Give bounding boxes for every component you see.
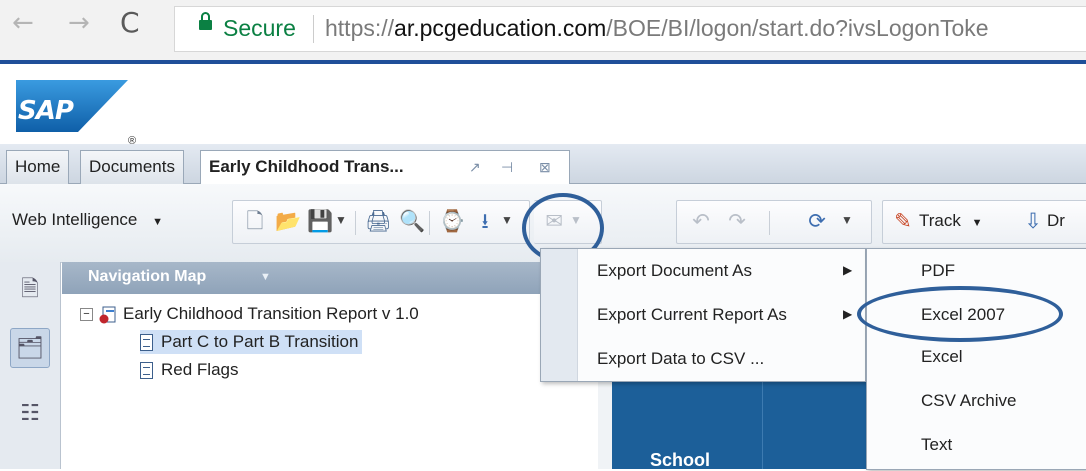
tree-root-report[interactable]: − Early Childhood Transition Report v 1.0 xyxy=(80,302,419,326)
menu-export-document-as[interactable]: Export Document As xyxy=(597,261,752,281)
undo-icon[interactable]: ↶ xyxy=(689,208,713,234)
popout-icon[interactable]: ↗ xyxy=(469,151,481,183)
redo-icon[interactable]: ↷ xyxy=(725,208,749,234)
document-toolbar-group: 🗋 📂 💾 ▼ 🖨 🔍 ⌚ ⭳ ▼ xyxy=(232,200,530,244)
export-menu: Export Document As ▶ Export Current Repo… xyxy=(540,248,866,382)
lock-icon xyxy=(199,12,212,30)
url-separator xyxy=(313,15,314,43)
tab-documents[interactable]: Documents xyxy=(80,150,184,184)
collapse-icon[interactable]: − xyxy=(80,308,93,322)
menu-export-current-report-as[interactable]: Export Current Report As xyxy=(597,305,787,325)
navigation-map-title: Navigation Map xyxy=(88,268,207,285)
url-input[interactable]: Secure https://ar.pcgeducation.com/BOE/B… xyxy=(174,6,1086,52)
open-folder-icon[interactable]: 📂 xyxy=(275,208,301,234)
document-summary-icon[interactable]: 🗎 xyxy=(10,270,50,310)
sap-logo: SAP ® xyxy=(16,80,144,147)
save-dropdown-icon[interactable]: ▼ xyxy=(335,213,347,227)
browser-address-bar: ← → C Secure https://ar.pcgeducation.com… xyxy=(0,0,1086,60)
url-host: ar.pcgeducation.com xyxy=(394,15,607,41)
pin-icon[interactable]: ⊣ xyxy=(501,151,513,183)
save-icon[interactable]: 💾 xyxy=(307,208,333,234)
tree-item-part-c-to-part-b[interactable]: Part C to Part B Transition xyxy=(140,330,363,354)
drill-icon[interactable]: ⇩ xyxy=(1021,208,1045,234)
tab-early-childhood-report[interactable]: Early Childhood Trans... ↗ ⊣ ⊠ xyxy=(200,150,570,184)
url-scheme: https:// xyxy=(325,15,395,41)
tab-home[interactable]: Home xyxy=(6,150,70,184)
url-text: https://ar.pcgeducation.com/BOE/BI/logon… xyxy=(325,15,989,42)
navigation-map-panel: Navigation Map ▼ − Early Childhood Transi… xyxy=(62,262,599,469)
web-intelligence-label: Web Intelligence xyxy=(12,210,138,229)
menu-format-pdf[interactable]: PDF xyxy=(921,261,955,281)
column-header-school: School xyxy=(650,450,711,470)
toolbar-separator xyxy=(769,211,770,235)
find-icon[interactable]: 🔍 xyxy=(399,208,425,234)
chevron-down-icon: ▼ xyxy=(260,271,271,283)
excel-2007-highlight-circle xyxy=(857,286,1063,342)
navigation-map-header[interactable]: Navigation Map ▼ xyxy=(62,262,598,294)
navigation-map-icon[interactable]: 🗂 xyxy=(10,328,50,368)
menu-format-csv-archive[interactable]: CSV Archive xyxy=(921,391,1016,411)
url-path: /BOE/BI/logon/start.do?ivsLogonToke xyxy=(606,15,989,41)
reload-icon[interactable]: C xyxy=(120,6,140,39)
refresh-dropdown-icon[interactable]: ▼ xyxy=(841,213,853,227)
new-document-icon[interactable]: 🗋 xyxy=(243,208,267,234)
analysis-toolbar-group: ✎ Track ▼ ⇩ Dr xyxy=(882,200,1086,244)
history-icon[interactable]: ⌚ xyxy=(439,208,465,234)
menu-format-excel[interactable]: Excel xyxy=(921,347,963,367)
menu-export-data-to-csv[interactable]: Export Data to CSV ... xyxy=(597,349,764,369)
submenu-arrow-icon: ▶ xyxy=(843,307,853,321)
edit-toolbar-group: ↶ ↷ ⟳ ▼ xyxy=(676,200,872,244)
sap-header: SAP ® xyxy=(0,64,1086,147)
track-icon[interactable]: ✎ xyxy=(891,208,915,234)
track-button[interactable]: Track ▼ xyxy=(919,211,983,231)
menu-format-text[interactable]: Text xyxy=(921,435,952,455)
tree-item-label: Red Flags xyxy=(161,360,239,379)
document-tab-bar: Home Documents Early Childhood Trans... … xyxy=(0,144,1086,184)
tree-item-red-flags[interactable]: Red Flags xyxy=(140,358,238,382)
forward-arrow-icon[interactable]: → xyxy=(68,8,90,38)
print-icon[interactable]: 🖨 xyxy=(365,208,392,234)
drill-button[interactable]: Dr xyxy=(1047,211,1065,231)
submenu-arrow-icon: ▶ xyxy=(843,263,853,277)
left-panel-strip: 🗎 🗂 ☷ xyxy=(0,262,61,469)
chevron-down-icon: ▼ xyxy=(971,217,983,229)
report-icon xyxy=(99,306,117,324)
back-arrow-icon[interactable]: ← xyxy=(12,8,34,38)
chevron-down-icon: ▼ xyxy=(152,216,163,228)
tree-root-label: Early Childhood Transition Report v 1.0 xyxy=(123,304,419,323)
web-intelligence-menu[interactable]: Web Intelligence ▼ xyxy=(12,210,163,230)
toolbar-separator xyxy=(355,211,356,235)
report-page-icon xyxy=(140,334,153,352)
sap-logo-text: SAP xyxy=(18,96,74,126)
export-icon[interactable]: ⭳ xyxy=(473,208,497,234)
input-controls-icon[interactable]: ☷ xyxy=(10,394,50,434)
close-icon[interactable]: ⊠ xyxy=(539,151,551,183)
tab-report-label: Early Childhood Trans... xyxy=(209,157,404,176)
track-label: Track xyxy=(919,211,961,230)
export-format-submenu: PDF Excel 2007 Excel CSV Archive Text xyxy=(866,248,1086,470)
secure-label: Secure xyxy=(223,15,296,41)
refresh-icon[interactable]: ⟳ xyxy=(805,208,829,234)
tree-item-label: Part C to Part B Transition xyxy=(161,332,359,351)
export-dropdown-icon[interactable]: ▼ xyxy=(501,213,513,227)
toolbar-separator xyxy=(429,211,430,235)
report-page-icon xyxy=(140,362,153,380)
